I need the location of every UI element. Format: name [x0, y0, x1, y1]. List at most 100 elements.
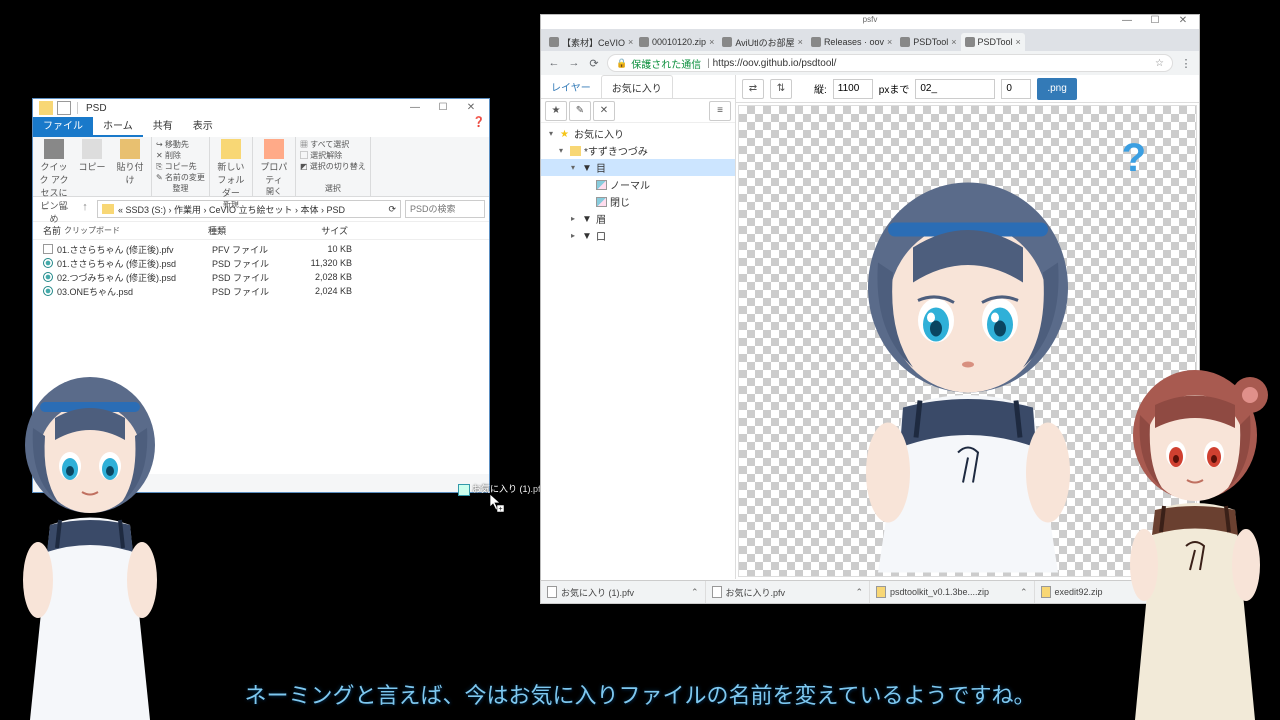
favorite-tree: ▾★お気に入り▾*すずきつづみ▾▼目ノーマル閉じ▸▼眉▸▼口	[541, 123, 735, 579]
tab-home[interactable]: ホーム	[93, 117, 143, 137]
close-tab-icon[interactable]: ×	[951, 37, 956, 47]
file-icon	[43, 286, 53, 296]
file-icon	[1041, 586, 1051, 598]
question-mark-icon: ?	[1122, 136, 1146, 181]
flip-h-button[interactable]: ⇄	[742, 79, 764, 99]
app-icon	[57, 101, 71, 115]
sidebar-tabs: レイヤー お気に入り	[541, 75, 735, 99]
explorer-titlebar[interactable]: PSD — ☐ ✕	[33, 99, 489, 117]
favicon	[811, 37, 821, 47]
tree-node[interactable]: ▸▼眉	[541, 210, 735, 227]
file-icon	[458, 484, 470, 496]
tree-node[interactable]: ▾★お気に入り	[541, 125, 735, 142]
star-button[interactable]: ★	[545, 101, 567, 121]
size-input[interactable]	[833, 79, 873, 99]
delete-button[interactable]: ✕	[593, 101, 615, 121]
copyto-button[interactable]: ⎘ コピー先	[156, 161, 205, 172]
selectall-button[interactable]: ▦ すべて選択	[300, 139, 366, 150]
breadcrumb[interactable]: « SSD3 (S:) › 作業用 › CeVIO 立ち絵セット › 本体 › …	[97, 200, 401, 218]
menu-button[interactable]: ≡	[709, 101, 731, 121]
close-tab-icon[interactable]: ×	[887, 37, 892, 47]
chevron-up-icon[interactable]: ⌃	[691, 587, 699, 598]
browser-titlebar[interactable]: psfv — ☐ ✕	[541, 15, 1199, 29]
browser-tab[interactable]: AviUtlのお部屋×	[718, 33, 807, 51]
file-row[interactable]: 03.ONEちゃん.psdPSD ファイル2,024 KB	[43, 284, 479, 298]
tree-node[interactable]: ▾*すずきつづみ	[541, 142, 735, 159]
maximize-button[interactable]: ☐	[1141, 15, 1169, 26]
flip-v-button[interactable]: ⇅	[770, 79, 792, 99]
edit-button[interactable]: ✎	[569, 101, 591, 121]
close-tab-icon[interactable]: ×	[709, 37, 714, 47]
download-item[interactable]: お気に入り.pfv⌃	[706, 581, 871, 603]
delete-button[interactable]: ✕ 削除	[156, 150, 205, 161]
address-bar[interactable]: 🔒 保護された通信 | https://oov.github.io/psdtoo…	[607, 54, 1173, 72]
selectnone-button[interactable]: ▢ 選択解除	[300, 150, 366, 161]
browser-tab[interactable]: Releases · oov×	[807, 33, 896, 51]
close-button[interactable]: ✕	[1169, 15, 1197, 26]
close-tab-icon[interactable]: ×	[1016, 37, 1021, 47]
name-input[interactable]	[915, 79, 995, 99]
folder-icon	[570, 146, 581, 156]
search-input[interactable]	[405, 200, 485, 218]
filter-icon: ▼	[582, 214, 593, 224]
lock-icon: 🔒	[616, 58, 627, 69]
export-png-button[interactable]: .png	[1037, 78, 1076, 100]
browser-tab[interactable]: 【素材】CeVIO×	[545, 33, 635, 51]
tree-node[interactable]: ノーマル	[541, 176, 735, 193]
tree-node[interactable]: ▸▼口	[541, 227, 735, 244]
file-icon	[876, 586, 886, 598]
properties-button[interactable]: プロパティ	[257, 139, 291, 186]
help-icon[interactable]: ❓	[469, 117, 489, 137]
file-row[interactable]: 01.ささらちゃん (修正後).psdPSD ファイル11,320 KB	[43, 256, 479, 270]
favicon	[549, 37, 559, 47]
file-icon	[43, 258, 53, 268]
column-headers[interactable]: 名前 種類 サイズ	[33, 222, 489, 240]
rename-button[interactable]: ✎ 名前の変更	[156, 172, 205, 183]
tab-view[interactable]: 表示	[183, 117, 223, 137]
moveto-button[interactable]: ↪ 移動先	[156, 139, 205, 150]
file-list: 01.ささらちゃん (修正後).pfvPFV ファイル10 KB01.ささらちゃ…	[33, 240, 489, 300]
forward-button[interactable]: →	[567, 57, 581, 69]
forward-button[interactable]: →	[57, 201, 73, 217]
file-row[interactable]: 01.ささらちゃん (修正後).pfvPFV ファイル10 KB	[43, 242, 479, 256]
maximize-button[interactable]: ☐	[429, 99, 457, 117]
back-button[interactable]: ←	[547, 57, 561, 69]
svg-text:+: +	[498, 506, 502, 512]
ribbon-tabs: ファイル ホーム 共有 表示 ❓	[33, 117, 489, 137]
tab-favorite[interactable]: お気に入り	[601, 75, 673, 98]
tree-node[interactable]: ▾▼目	[541, 159, 735, 176]
psdtool-topbar: ⇄ ⇅ 縦: pxまで .png	[736, 75, 1199, 103]
file-icon	[43, 272, 53, 282]
browser-tab[interactable]: PSDTool×	[961, 33, 1025, 51]
newfolder-button[interactable]: 新しいフォルダー	[214, 139, 248, 199]
close-tab-icon[interactable]: ×	[628, 37, 633, 47]
minimize-button[interactable]: —	[401, 99, 429, 117]
filter-icon: ▼	[582, 231, 593, 241]
invert-button[interactable]: ◩ 選択の切り替え	[300, 161, 366, 172]
tab-file[interactable]: ファイル	[33, 117, 93, 137]
favicon	[722, 37, 732, 47]
file-icon	[43, 244, 53, 254]
download-item[interactable]: psdtoolkit_v0.1.3be....zip⌃	[870, 581, 1035, 603]
browser-tabs: 【素材】CeVIO×00010120.zip×AviUtlのお部屋×Releas…	[541, 29, 1199, 51]
browser-tab[interactable]: PSDTool×	[896, 33, 960, 51]
subtitle: ネーミングと言えば、今はお気に入りファイルの名前を変えているようですね。	[245, 678, 1036, 710]
tree-node[interactable]: 閉じ	[541, 193, 735, 210]
up-button[interactable]: ↑	[77, 201, 93, 217]
tab-share[interactable]: 共有	[143, 117, 183, 137]
star-icon[interactable]: ☆	[1155, 58, 1164, 69]
close-tab-icon[interactable]: ×	[798, 37, 803, 47]
browser-tab[interactable]: 00010120.zip×	[635, 33, 718, 51]
close-button[interactable]: ✕	[457, 99, 485, 117]
tab-layer[interactable]: レイヤー	[541, 75, 601, 98]
chevron-up-icon[interactable]: ⌃	[1020, 587, 1028, 598]
reload-button[interactable]: ⟳	[587, 57, 601, 70]
file-row[interactable]: 02.つづみちゃん (修正後).psdPSD ファイル2,028 KB	[43, 270, 479, 284]
minimize-button[interactable]: —	[1113, 15, 1141, 26]
back-button[interactable]: ←	[37, 201, 53, 217]
seq-input[interactable]	[1001, 79, 1031, 99]
character-right	[1100, 360, 1280, 720]
chevron-up-icon[interactable]: ⌃	[855, 587, 863, 598]
menu-button[interactable]: ⋮	[1179, 57, 1193, 70]
download-item[interactable]: お気に入り (1).pfv⌃	[541, 581, 706, 603]
